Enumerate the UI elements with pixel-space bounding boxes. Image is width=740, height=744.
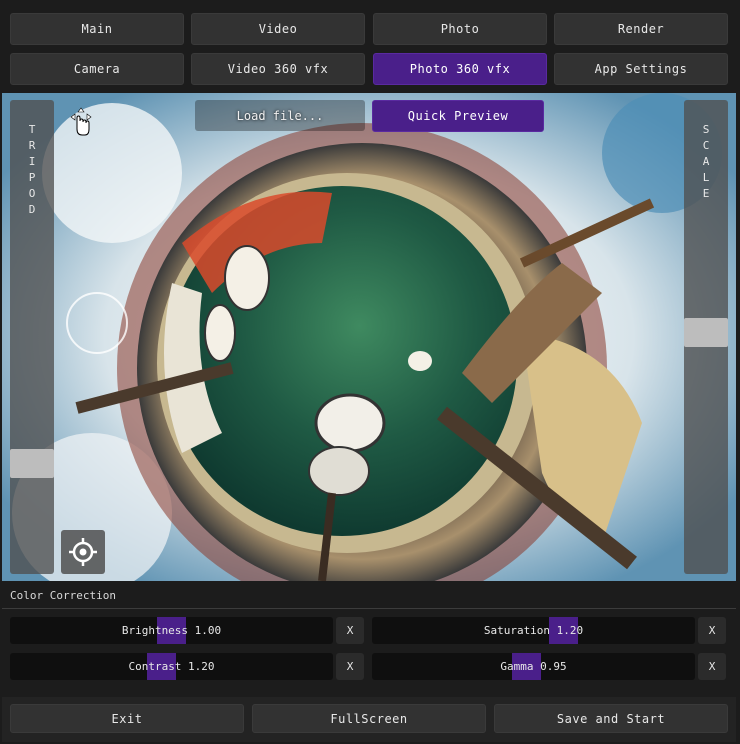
gamma-slider[interactable]: Gamma 0.95 — [372, 653, 695, 680]
load-file-label: Load file... — [236, 108, 324, 123]
brightness-reset-button[interactable]: X — [336, 617, 364, 644]
exit-button[interactable]: Exit — [10, 704, 244, 733]
color-correction-title: Color Correction — [10, 589, 116, 602]
preview-viewport[interactable]: Load file... Quick Preview TRIPOD SCALE — [2, 93, 736, 581]
contrast-label: Contrast 1.20 — [128, 660, 215, 673]
section-divider — [2, 608, 736, 609]
hand-move-icon[interactable] — [68, 107, 94, 137]
scale-label: SCALE — [702, 123, 710, 200]
tripod-slider-thumb[interactable] — [10, 449, 54, 478]
saturation-reset-button[interactable]: X — [698, 617, 726, 644]
scale-slider[interactable]: SCALE — [684, 100, 728, 574]
recenter-button[interactable] — [61, 530, 105, 574]
tab-video[interactable]: Video — [191, 13, 365, 45]
tab-camera[interactable]: Camera — [10, 53, 184, 85]
quick-preview-button[interactable]: Quick Preview — [372, 100, 544, 132]
tab-main[interactable]: Main — [10, 13, 184, 45]
contrast-reset-button[interactable]: X — [336, 653, 364, 680]
tab-app-settings[interactable]: App Settings — [554, 53, 728, 85]
tripod-slider[interactable]: TRIPOD — [10, 100, 54, 574]
brightness-slider[interactable]: Brightness 1.00 — [10, 617, 333, 644]
tab-render[interactable]: Render — [554, 13, 728, 45]
gamma-reset-button[interactable]: X — [698, 653, 726, 680]
gamma-label: Gamma 0.95 — [500, 660, 567, 673]
tab-photo-360-vfx[interactable]: Photo 360 vfx — [373, 53, 547, 85]
load-file-button[interactable]: Load file... — [195, 100, 365, 131]
tiny-planet-image — [2, 93, 736, 581]
brightness-label: Brightness 1.00 — [121, 624, 222, 637]
saturation-label: Saturation 1.20 — [483, 624, 584, 637]
scale-slider-thumb[interactable] — [684, 318, 728, 347]
tab-video-360-vfx[interactable]: Video 360 vfx — [191, 53, 365, 85]
save-and-start-button[interactable]: Save and Start — [494, 704, 728, 733]
tab-photo[interactable]: Photo — [373, 13, 547, 45]
crosshair-icon — [69, 538, 97, 566]
saturation-slider[interactable]: Saturation 1.20 — [372, 617, 695, 644]
tripod-label: TRIPOD — [28, 123, 36, 216]
contrast-slider[interactable]: Contrast 1.20 — [10, 653, 333, 680]
fullscreen-button[interactable]: FullScreen — [252, 704, 486, 733]
